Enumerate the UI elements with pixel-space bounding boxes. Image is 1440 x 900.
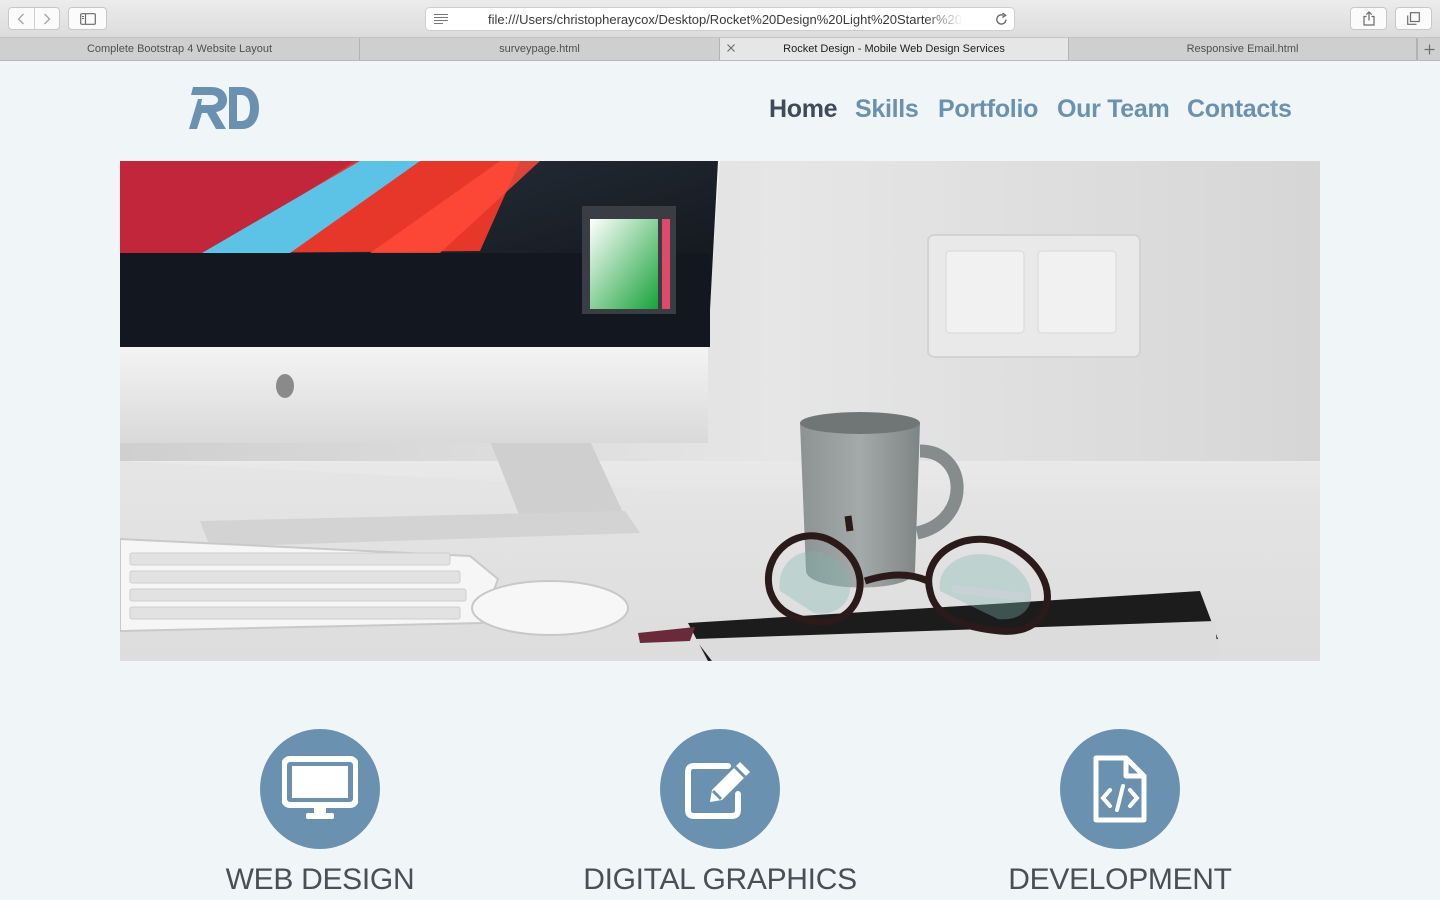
sidebar-icon: [79, 12, 96, 25]
tab-label: Complete Bootstrap 4 Website Layout: [86, 43, 273, 55]
service-title: DEVELOPMENT: [1008, 863, 1232, 896]
tab-label: surveypage.html: [499, 43, 580, 55]
plus-icon: [1424, 44, 1434, 54]
share-icon: [1362, 11, 1375, 26]
tab-bootstrap-layout[interactable]: Complete Bootstrap 4 Website Layout: [0, 38, 360, 60]
tabs-overview-button[interactable]: [1395, 7, 1432, 30]
sidebar-toggle-button[interactable]: [68, 7, 107, 30]
site-logo[interactable]: [189, 85, 261, 136]
share-button[interactable]: [1350, 7, 1387, 30]
code-file-icon: [1093, 755, 1147, 823]
nav-portfolio[interactable]: Portfolio: [938, 94, 1038, 124]
tab-rocket-design[interactable]: Rocket Design - Mobile Web Design Servic…: [720, 38, 1069, 60]
service-title: WEB DESIGN: [225, 863, 415, 896]
desktop-monitor-icon: [282, 756, 358, 819]
tabs-overview-icon: [1407, 12, 1420, 25]
nav-our-team[interactable]: Our Team: [1057, 94, 1170, 124]
page-content: Home Skills Portfolio Our Team Contacts: [0, 61, 1440, 900]
chevron-right-icon: [43, 13, 51, 24]
service-icon-circle[interactable]: [660, 729, 780, 849]
rd-logo-icon: [189, 87, 259, 129]
chevron-left-icon: [17, 13, 25, 24]
tab-strip: Complete Bootstrap 4 Website Layout surv…: [0, 38, 1440, 61]
forward-button[interactable]: [33, 8, 60, 29]
reload-icon[interactable]: [995, 12, 1008, 26]
main-nav: Home Skills Portfolio Our Team Contacts: [760, 94, 1300, 124]
edit-pencil-icon: [685, 762, 750, 819]
nav-home[interactable]: Home: [769, 94, 838, 124]
history-buttons: [8, 7, 60, 30]
close-icon[interactable]: [726, 43, 736, 53]
nav-contacts[interactable]: Contacts: [1187, 94, 1292, 124]
reader-icon[interactable]: [434, 14, 448, 24]
nav-skills[interactable]: Skills: [855, 94, 919, 124]
address-bar[interactable]: file:///Users/christopheraycox/Desktop/R…: [425, 7, 1015, 31]
hero-image: [120, 161, 1320, 661]
tab-label: Rocket Design - Mobile Web Design Servic…: [783, 43, 1005, 55]
browser-toolbar: file:///Users/christopheraycox/Desktop/R…: [0, 0, 1440, 38]
service-title: DIGITAL GRAPHICS: [583, 863, 857, 896]
new-tab-button[interactable]: [1417, 38, 1440, 60]
tab-surveypage[interactable]: surveypage.html: [360, 38, 720, 60]
desk-workspace-illustration: [120, 161, 1320, 661]
service-icon-circle[interactable]: [260, 729, 380, 849]
back-button[interactable]: [9, 8, 34, 29]
tab-label: Responsive Email.html: [1186, 43, 1299, 55]
service-icon-circle[interactable]: [1060, 729, 1180, 849]
url-text[interactable]: file:///Users/christopheraycox/Desktop/R…: [488, 12, 963, 28]
tab-responsive-email[interactable]: Responsive Email.html: [1069, 38, 1417, 60]
